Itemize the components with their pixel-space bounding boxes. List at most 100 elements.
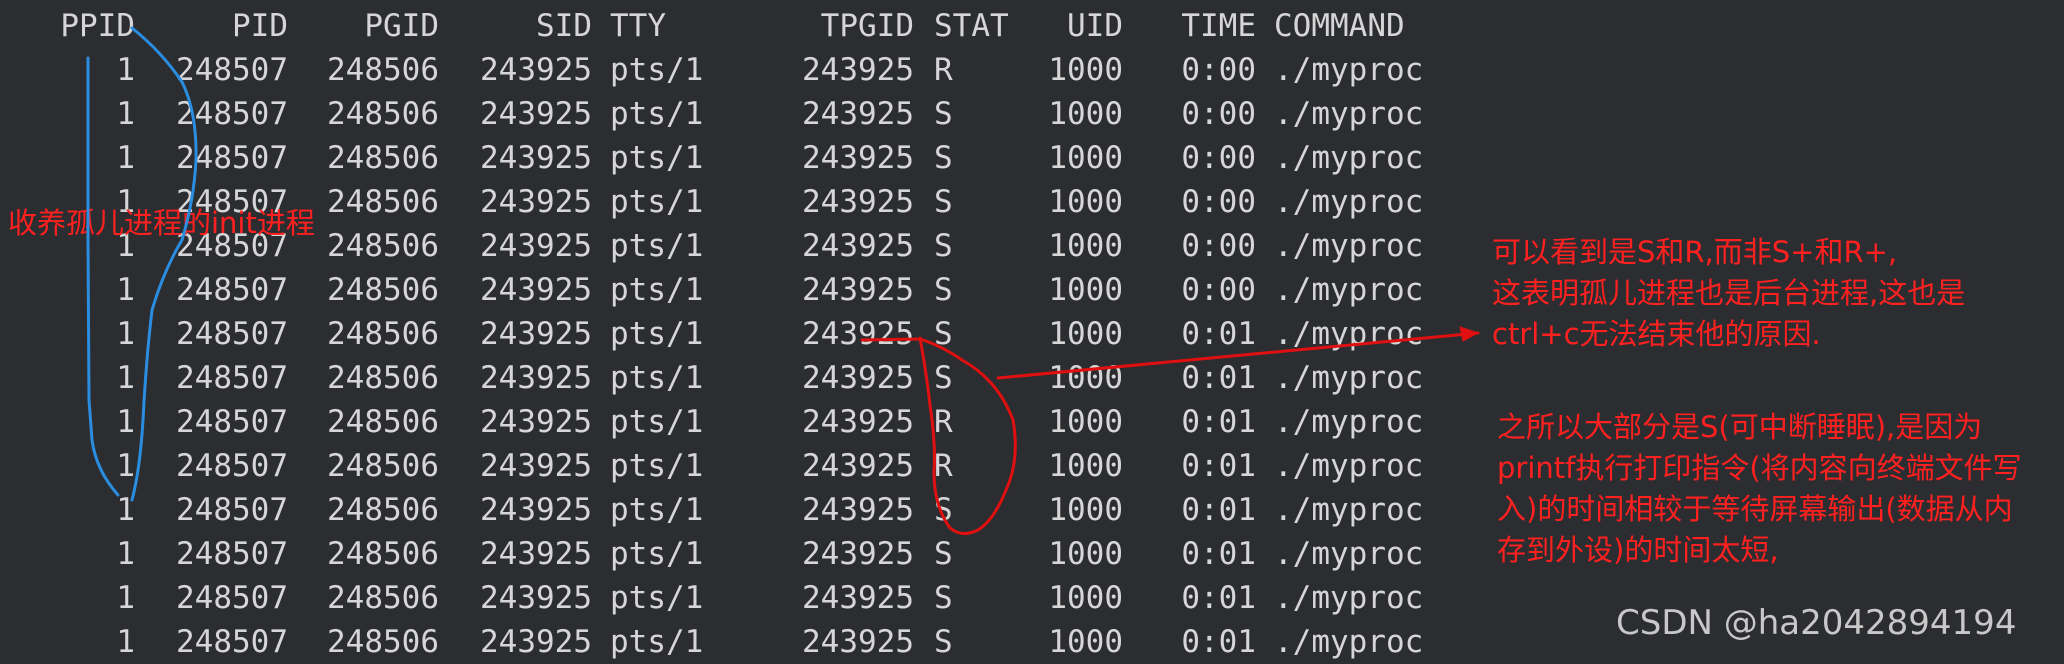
cell-pid: 248507 [176, 448, 288, 484]
cell-time: 0:01 [1181, 580, 1256, 616]
cell-uid: 1000 [1048, 536, 1123, 572]
cell-tty: pts/1 [610, 404, 704, 440]
cell-pgid: 248506 [327, 536, 439, 572]
cell-command: ./myproc [1274, 492, 1424, 528]
cell-tty: pts/1 [610, 228, 704, 264]
process-row: 1 248507 248506 243925 pts/1 243925 S 1000 0:00.… [0, 92, 1450, 136]
cell-command: ./myproc [1274, 448, 1424, 484]
process-row: 1 248507 248506 243925 pts/1 243925 R 1000 0:01.… [0, 400, 1450, 444]
column-header-tpgid: TPGID [820, 8, 914, 44]
cell-sid: 243925 [480, 360, 592, 396]
cell-tpgid: 243925 [802, 360, 914, 396]
cell-time: 0:01 [1181, 536, 1256, 572]
cell-time: 0:01 [1181, 492, 1256, 528]
column-header-ppid: PPID [60, 8, 135, 44]
cell-time: 0:00 [1181, 272, 1256, 308]
process-row: 1 248507 248506 243925 pts/1 243925 S 1000 0:01.… [0, 356, 1450, 400]
cell-uid: 1000 [1048, 184, 1123, 220]
cell-pgid: 248506 [327, 448, 439, 484]
cell-command: ./myproc [1274, 52, 1424, 88]
cell-tpgid: 243925 [802, 580, 914, 616]
annotation-orphan-background: 可以看到是S和R,而非S+和R+, 这表明孤儿进程也是后台进程,这也是 ctrl… [1492, 235, 1966, 351]
cell-pid: 248507 [176, 624, 288, 660]
cell-command: ./myproc [1274, 140, 1424, 176]
cell-tty: pts/1 [610, 492, 704, 528]
cell-sid: 243925 [480, 624, 592, 660]
cell-tpgid: 243925 [802, 272, 914, 308]
cell-tpgid: 243925 [802, 184, 914, 220]
cell-tpgid: 243925 [802, 404, 914, 440]
cell-sid: 243925 [480, 580, 592, 616]
cell-uid: 1000 [1048, 624, 1123, 660]
cell-time: 0:01 [1181, 448, 1256, 484]
cell-sid: 243925 [480, 404, 592, 440]
cell-time: 0:00 [1181, 228, 1256, 264]
process-row: 1 248507 248506 243925 pts/1 243925 S 1000 0:00.… [0, 268, 1450, 312]
cell-uid: 1000 [1048, 316, 1123, 352]
cell-command: ./myproc [1274, 228, 1424, 264]
cell-tpgid: 243925 [802, 448, 914, 484]
cell-tpgid: 243925 [802, 228, 914, 264]
cell-ppid: 1 [116, 448, 135, 484]
cell-ppid: 1 [116, 536, 135, 572]
cell-tty: pts/1 [610, 580, 704, 616]
cell-pgid: 248506 [327, 140, 439, 176]
cell-pid: 248507 [176, 492, 288, 528]
cell-command: ./myproc [1274, 624, 1424, 660]
column-header-pgid: PGID [364, 8, 439, 44]
cell-uid: 1000 [1048, 52, 1123, 88]
cell-command: ./myproc [1274, 536, 1424, 572]
cell-pid: 248507 [176, 96, 288, 132]
cell-pgid: 248506 [327, 404, 439, 440]
column-header-uid: UID [1067, 8, 1123, 44]
cell-pid: 248507 [176, 360, 288, 396]
cell-time: 0:01 [1181, 360, 1256, 396]
cell-tty: pts/1 [610, 360, 704, 396]
cell-pgid: 248506 [327, 96, 439, 132]
cell-tpgid: 243925 [802, 536, 914, 572]
cell-tpgid: 243925 [802, 140, 914, 176]
cell-sid: 243925 [480, 52, 592, 88]
cell-sid: 243925 [480, 316, 592, 352]
cell-pgid: 248506 [327, 228, 439, 264]
cell-ppid: 1 [116, 360, 135, 396]
cell-time: 0:01 [1181, 316, 1256, 352]
cell-uid: 1000 [1048, 96, 1123, 132]
cell-ppid: 1 [116, 492, 135, 528]
cell-pid: 248507 [176, 272, 288, 308]
cell-sid: 243925 [480, 184, 592, 220]
cell-ppid: 1 [116, 272, 135, 308]
cell-command: ./myproc [1274, 580, 1424, 616]
process-row: 1 248507 248506 243925 pts/1 243925 S 1000 0:01.… [0, 576, 1450, 620]
cell-tpgid: 243925 [802, 492, 914, 528]
cell-time: 0:00 [1181, 184, 1256, 220]
cell-tty: pts/1 [610, 448, 704, 484]
cell-pgid: 248506 [327, 316, 439, 352]
process-row: 1 248507 248506 243925 pts/1 243925 R 1000 0:00.… [0, 48, 1450, 92]
cell-time: 0:00 [1181, 96, 1256, 132]
cell-tty: pts/1 [610, 140, 704, 176]
column-header-pid: PID [232, 8, 288, 44]
cell-uid: 1000 [1048, 448, 1123, 484]
cell-tty: pts/1 [610, 272, 704, 308]
cell-time: 0:01 [1181, 624, 1256, 660]
cell-uid: 1000 [1048, 360, 1123, 396]
column-header-time: TIME [1181, 8, 1256, 44]
cell-pid: 248507 [176, 580, 288, 616]
cell-sid: 243925 [480, 448, 592, 484]
cell-uid: 1000 [1048, 228, 1123, 264]
cell-pgid: 248506 [327, 52, 439, 88]
cell-tty: pts/1 [610, 536, 704, 572]
cell-tpgid: 243925 [802, 52, 914, 88]
cell-command: ./myproc [1274, 360, 1424, 396]
cell-ppid: 1 [116, 404, 135, 440]
cell-pgid: 248506 [327, 492, 439, 528]
column-header-sid: SID [536, 8, 592, 44]
cell-time: 0:01 [1181, 404, 1256, 440]
cell-pid: 248507 [176, 536, 288, 572]
cell-command: ./myproc [1274, 404, 1424, 440]
cell-tpgid: 243925 [802, 316, 914, 352]
cell-tty: pts/1 [610, 316, 704, 352]
process-row: 1 248507 248506 243925 pts/1 243925 S 1000 0:01.… [0, 312, 1450, 356]
cell-tpgid: 243925 [802, 96, 914, 132]
